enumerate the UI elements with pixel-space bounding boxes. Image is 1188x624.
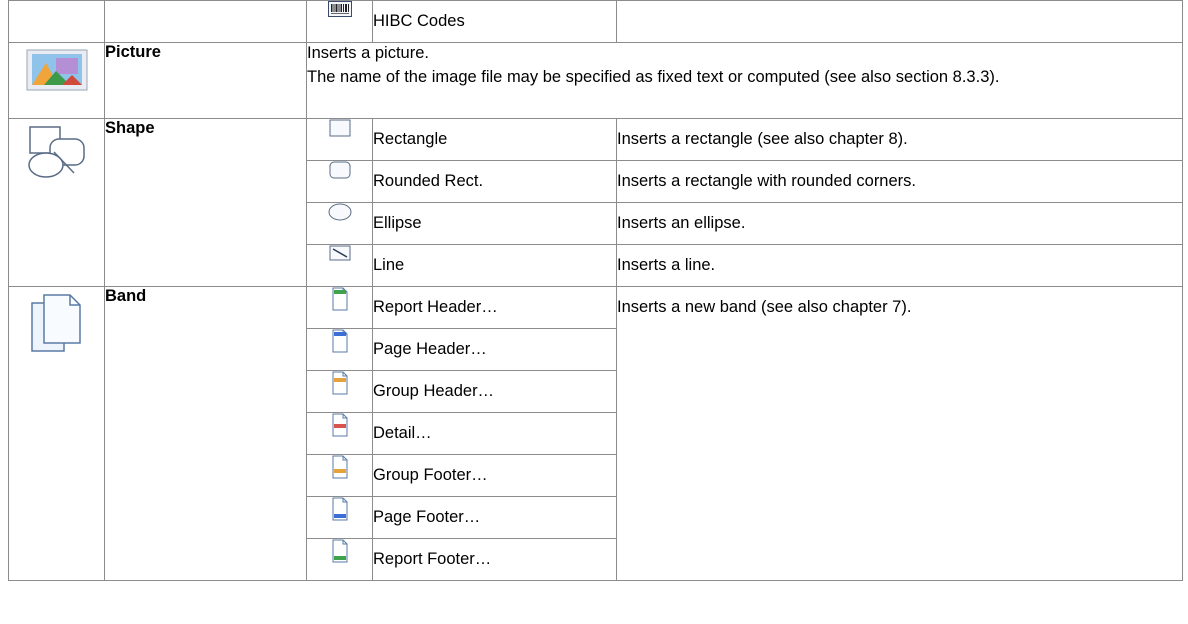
- shapes-icon-cell: [8, 118, 105, 287]
- band-item-icon-cell: [306, 496, 373, 539]
- page-footer-label: Page Footer…: [372, 496, 617, 539]
- rectangle-label: Rectangle: [372, 118, 617, 161]
- band-stripe: [333, 514, 346, 518]
- report-header-icon: [332, 287, 347, 311]
- band-stripe: [333, 556, 346, 560]
- shapes-icon: [27, 126, 85, 178]
- picture-desc-line2: The name of the image file may be specif…: [307, 68, 1000, 86]
- page-header-icon: [332, 329, 347, 353]
- band-item-icon-cell: [306, 412, 373, 455]
- group-footer-icon: [332, 455, 347, 479]
- line-icon: [329, 245, 350, 261]
- picture-name: Picture: [104, 42, 307, 119]
- hibc-name-cell: [104, 0, 307, 43]
- band-item-icon-cell: [306, 328, 373, 371]
- group-footer-label: Group Footer…: [372, 454, 617, 497]
- detail-label: Detail…: [372, 412, 617, 455]
- ellipse-icon-cell: [306, 202, 373, 245]
- band-item-icon-cell: [306, 286, 373, 329]
- report-footer-icon: [332, 539, 347, 563]
- rounded-rect-icon-cell: [306, 160, 373, 203]
- band-stripe: [333, 332, 346, 336]
- line-label: Line: [372, 244, 617, 287]
- band-pages-icon: [30, 294, 81, 352]
- ellipse-desc: Inserts an ellipse.: [616, 202, 1183, 245]
- band-desc: Inserts a new band (see also chapter 7).: [616, 286, 1183, 581]
- picture-description: Inserts a picture. The name of the image…: [306, 42, 1183, 119]
- barcode-icon: [327, 1, 352, 17]
- hibc-desc-cell: [616, 0, 1183, 43]
- rounded-rect-icon: [329, 161, 350, 179]
- hibc-row: HIBC Codes: [8, 0, 1183, 43]
- band-stripe: [333, 469, 346, 473]
- band-item-icon-cell: [306, 454, 373, 497]
- line-icon-cell: [306, 244, 373, 287]
- report-header-label: Report Header…: [372, 286, 617, 329]
- group-header-icon: [332, 371, 347, 395]
- hibc-label: HIBC Codes: [372, 0, 617, 43]
- rounded-rect-desc: Inserts a rectangle with rounded corners…: [616, 160, 1183, 203]
- band-item-icon-cell: [306, 538, 373, 581]
- rounded-rect-label: Rounded Rect.: [372, 160, 617, 203]
- rectangle-desc: Inserts a rectangle (see also chapter 8)…: [616, 118, 1183, 161]
- rectangle-icon: [329, 119, 350, 137]
- band-row-report-header: Band Report Header… Inserts a new band (…: [8, 286, 1183, 581]
- barcode-icon-cell: [306, 0, 373, 43]
- line-desc: Inserts a line.: [616, 244, 1183, 287]
- picture-row: Picture Inserts a picture. The name of t…: [8, 42, 1183, 119]
- band-name: Band: [104, 286, 307, 581]
- picture-desc-line1: Inserts a picture.: [307, 44, 429, 62]
- command-reference-table: HIBC Codes Picture Inserts a picture. Th…: [8, 0, 1183, 581]
- ellipse-icon: [328, 203, 351, 221]
- rectangle-icon-cell: [306, 118, 373, 161]
- picture-icon: [26, 49, 87, 91]
- page-header-label: Page Header…: [372, 328, 617, 371]
- shape-row-rectangle: Shape Rectangle Inserts a rectangle (see…: [8, 118, 1183, 287]
- band-stripe: [333, 424, 346, 428]
- hibc-icon-cell: [8, 0, 105, 43]
- page-footer-icon: [332, 497, 347, 521]
- ellipse-label: Ellipse: [372, 202, 617, 245]
- report-footer-label: Report Footer…: [372, 538, 617, 581]
- band-stripe: [333, 290, 346, 294]
- group-header-label: Group Header…: [372, 370, 617, 413]
- shape-name: Shape: [104, 118, 307, 287]
- picture-icon-cell: [8, 42, 105, 119]
- band-item-icon-cell: [306, 370, 373, 413]
- detail-icon: [332, 413, 347, 437]
- band-icon-cell: [8, 286, 105, 581]
- band-stripe: [333, 378, 346, 382]
